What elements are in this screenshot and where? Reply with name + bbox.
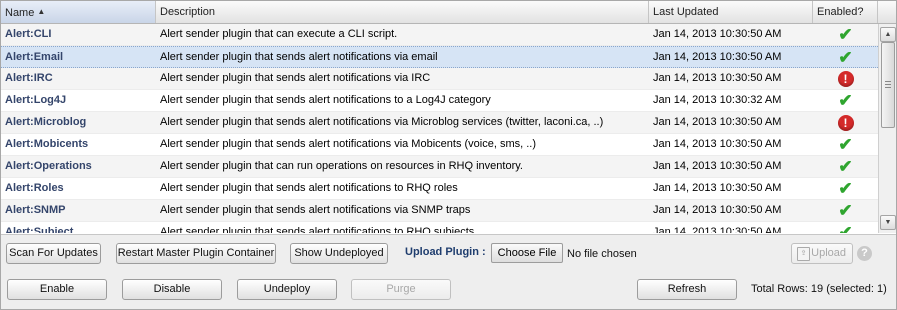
plugin-list-panel: Name ▲ Description Last Updated Enabled? … [0,0,897,310]
column-header-enabled[interactable]: Enabled? [813,1,878,23]
column-header-description-label: Description [160,6,216,18]
plugin-name-cell: Alert:SNMP [5,204,66,216]
table-row[interactable]: Alert:Subject Alert sender plugin that se… [1,222,878,233]
check-icon: ✔ [838,157,853,176]
scroll-down-arrow-icon[interactable]: ▼ [880,215,896,230]
plugin-enabled-cell: ! [813,112,878,133]
plugin-name-cell: Alert:Roles [5,182,64,194]
file-status-text: No file chosen [567,248,637,260]
column-header-name-label: Name [5,7,35,19]
table-row[interactable]: Alert:SNMP Alert sender plugin that sends… [1,200,878,222]
toolbar-bottom: Enable Disable Undeploy Purge Refresh To… [1,273,896,309]
plugin-enabled-cell: ✔ [813,90,878,111]
toolbar-top: Scan For Updates Restart Master Plugin C… [1,234,896,274]
plugin-description-cell: Alert sender plugin that can execute a C… [160,28,398,40]
plugin-name-cell: Alert:Mobicents [5,138,89,150]
error-icon: ! [837,70,854,87]
check-icon: ✔ [838,135,853,154]
table-row[interactable]: Alert:Operations Alert sender plugin that… [1,156,878,178]
column-header-last-updated-label: Last Updated [653,6,719,18]
column-header-enabled-label: Enabled? [817,6,864,18]
plugin-last-updated-cell: Jan 14, 2013 10:30:50 AM [653,160,782,172]
choose-file-button[interactable]: Choose File [491,243,563,263]
total-rows-text: Total Rows: 19 (selected: 1) [751,283,887,295]
plugin-last-updated-cell: Jan 14, 2013 10:30:50 AM [653,182,782,194]
plugin-enabled-cell: ✔ [813,200,878,221]
plugin-last-updated-cell: Jan 14, 2013 10:30:50 AM [653,51,782,63]
check-icon: ✔ [838,179,853,198]
restart-plugin-container-button[interactable]: Restart Master Plugin Container [116,243,276,264]
grip-icon [885,81,891,82]
show-undeployed-button[interactable]: Show Undeployed [290,243,388,264]
plugin-enabled-cell: ✔ [813,222,878,233]
upload-icon: ⇪ [797,247,810,261]
plugin-last-updated-cell: Jan 14, 2013 10:30:50 AM [653,226,782,233]
plugin-name-cell: Alert:CLI [5,28,52,40]
check-icon: ✔ [838,25,853,44]
upload-plugin-label: Upload Plugin : [405,246,486,258]
sort-ascending-icon: ▲ [37,7,46,16]
upload-button-label: Upload [811,247,846,259]
plugin-name-cell: Alert:Microblog [5,116,87,128]
plugin-name-cell: Alert:Subject [5,226,74,233]
plugin-name-cell: Alert:Operations [5,160,92,172]
plugin-description-cell: Alert sender plugin that sends alert not… [160,51,438,63]
table-header: Name ▲ Description Last Updated Enabled? [1,1,878,24]
undeploy-button[interactable]: Undeploy [237,279,337,300]
column-header-description[interactable]: Description [156,1,649,23]
error-icon: ! [837,114,854,131]
plugin-enabled-cell: ! [813,68,878,89]
plugin-description-cell: Alert sender plugin that sends alert not… [160,204,471,216]
plugin-last-updated-cell: Jan 14, 2013 10:30:50 AM [653,138,782,150]
refresh-button[interactable]: Refresh [637,279,737,300]
scroll-up-arrow-icon[interactable]: ▲ [880,27,896,42]
plugin-last-updated-cell: Jan 14, 2013 10:30:50 AM [653,72,782,84]
vertical-scrollbar[interactable]: ▲ ▼ [878,24,896,233]
plugin-name-cell: Alert:Log4J [5,94,67,106]
check-icon: ✔ [838,48,853,67]
table-row[interactable]: Alert:CLI Alert sender plugin that can ex… [1,24,878,46]
plugin-enabled-cell: ✔ [813,156,878,177]
plugin-last-updated-cell: Jan 14, 2013 10:30:50 AM [653,28,782,40]
header-corner [878,1,896,24]
table-row[interactable]: Alert:Microblog Alert sender plugin that … [1,112,878,134]
plugin-description-cell: Alert sender plugin that sends alert not… [160,94,491,106]
plugin-description-cell: Alert sender plugin that sends alert not… [160,138,537,150]
plugin-description-cell: Alert sender plugin that sends alert not… [160,116,604,128]
table-row[interactable]: Alert:Mobicents Alert sender plugin that … [1,134,878,156]
check-icon: ✔ [838,201,853,220]
plugin-description-cell: Alert sender plugin that sends alert not… [160,226,475,233]
plugin-enabled-cell: ✔ [813,178,878,199]
check-icon: ✔ [838,91,853,110]
plugin-description-cell: Alert sender plugin that can run operati… [160,160,523,172]
upload-button[interactable]: ⇪ Upload [791,243,853,264]
plugin-description-cell: Alert sender plugin that sends alert not… [160,72,431,84]
plugin-enabled-cell: ✔ [813,134,878,155]
help-icon[interactable]: ? [857,246,872,261]
enable-button[interactable]: Enable [7,279,107,300]
plugin-enabled-cell: ✔ [813,24,878,45]
check-icon: ✔ [838,223,853,233]
plugin-enabled-cell: ✔ [813,47,878,68]
disable-button[interactable]: Disable [122,279,222,300]
table-row[interactable]: Alert:Roles Alert sender plugin that send… [1,178,878,200]
column-header-name[interactable]: Name ▲ [1,1,156,23]
plugin-description-cell: Alert sender plugin that sends alert not… [160,182,458,194]
scrollbar-thumb[interactable] [881,42,895,128]
plugin-name-cell: Alert:Email [5,51,64,63]
table-row[interactable]: Alert:IRC Alert sender plugin that sends … [1,68,878,90]
scan-for-updates-button[interactable]: Scan For Updates [6,243,101,264]
table-body: Alert:CLI Alert sender plugin that can ex… [1,24,878,233]
purge-button[interactable]: Purge [351,279,451,300]
table-row[interactable]: Alert:Log4J Alert sender plugin that send… [1,90,878,112]
column-header-last-updated[interactable]: Last Updated [649,1,813,23]
plugin-last-updated-cell: Jan 14, 2013 10:30:32 AM [653,94,782,106]
plugin-name-cell: Alert:IRC [5,72,53,84]
plugin-last-updated-cell: Jan 14, 2013 10:30:50 AM [653,116,782,128]
plugin-last-updated-cell: Jan 14, 2013 10:30:50 AM [653,204,782,216]
table-row[interactable]: Alert:Email Alert sender plugin that send… [1,46,878,68]
